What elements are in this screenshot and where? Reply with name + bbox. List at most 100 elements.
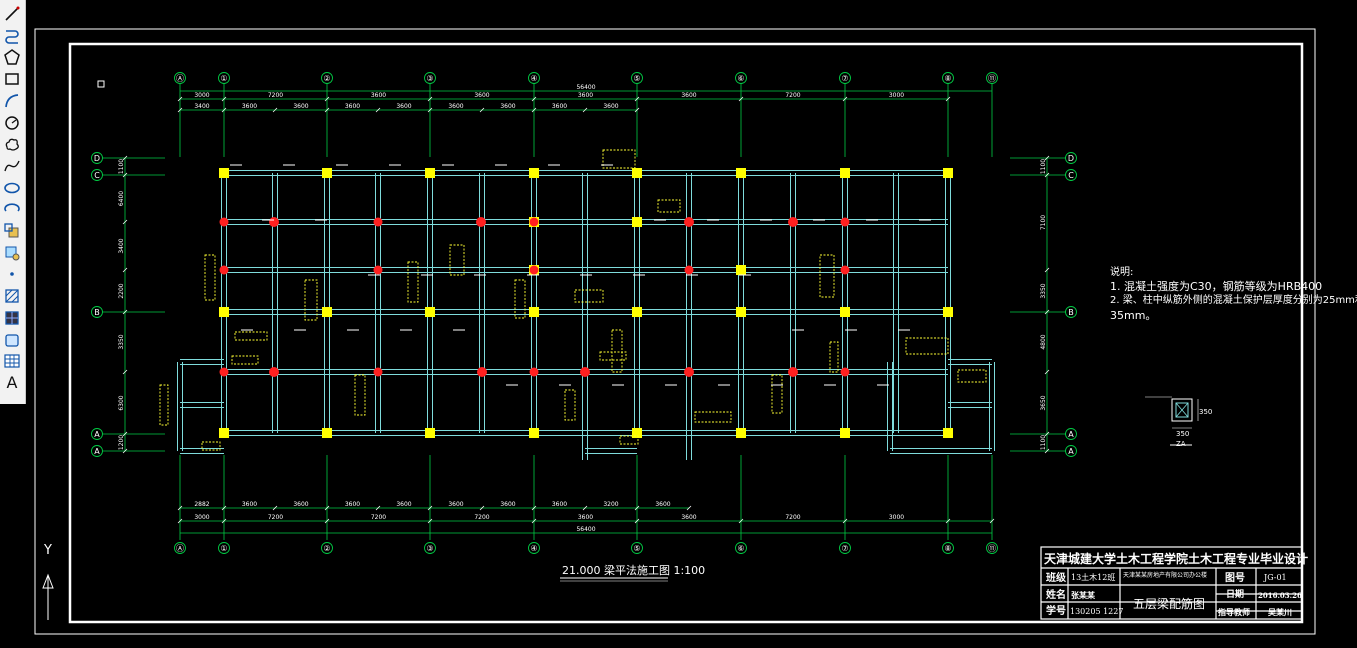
marker	[476, 217, 486, 227]
polyline-tool-button[interactable]	[2, 26, 22, 46]
dim-text: 3600	[293, 501, 308, 508]
marker	[580, 367, 590, 377]
column	[529, 168, 539, 178]
axis-bubble-left-label: B	[94, 308, 100, 317]
insert-block-tool-button[interactable]	[2, 221, 22, 241]
gradient-tool-button[interactable]	[2, 308, 22, 328]
marker	[684, 367, 694, 377]
marker	[684, 265, 694, 275]
dim-text-vertical: 1100	[1040, 435, 1047, 450]
axis-bubble-left-label: A	[94, 447, 100, 456]
marker	[373, 367, 383, 377]
point-tool-button[interactable]	[2, 264, 22, 284]
dim-text: 3600	[681, 92, 696, 99]
university-title: 天津城建大学土木工程学院土木工程专业毕业设计	[1044, 551, 1308, 566]
grid-layer	[100, 82, 1070, 540]
polygon-icon	[4, 49, 20, 66]
column	[219, 168, 229, 178]
hatch-tool-button[interactable]	[2, 286, 22, 306]
dim-text-vertical: 6400	[118, 191, 125, 206]
dim-text-vertical: 1100	[118, 159, 125, 174]
student-id-label: 学号	[1046, 604, 1066, 617]
dim-text: 3600	[603, 103, 618, 110]
dim-text-vertical: 3400	[118, 238, 125, 253]
revision-cloud-tool-button[interactable]	[2, 134, 22, 154]
column	[736, 265, 746, 275]
dim-text: 3600	[242, 501, 257, 508]
column	[529, 307, 539, 317]
ucs-icon: Y	[42, 543, 54, 620]
line-tool-button[interactable]	[2, 4, 22, 24]
dim-text: 7200	[785, 514, 800, 521]
text-icon: A	[6, 373, 18, 393]
dim-text-vertical: 3350	[1040, 283, 1047, 298]
dim-text: 3600	[345, 103, 360, 110]
dim-text: 7200	[268, 92, 283, 99]
sheet-title: 五层梁配筋图	[1133, 596, 1205, 611]
marker	[684, 217, 694, 227]
date-value: 2016.03.26	[1258, 591, 1302, 600]
notes-line-3: 35mm。	[1110, 309, 1156, 322]
marker	[269, 367, 279, 377]
rebar-annotation	[564, 389, 576, 421]
dim-text-vertical: 2200	[118, 283, 125, 298]
table-tool-button[interactable]	[2, 351, 22, 371]
dim-text: 3600	[655, 501, 670, 508]
rectangle-tool-button[interactable]	[2, 69, 22, 89]
axis-bubble-right-label: C	[1068, 171, 1074, 180]
drawing-canvas[interactable]: 3000 7200 3600 3600 3600 3600 7200 3000 3400 3600…	[26, 0, 1357, 648]
column	[425, 168, 435, 178]
make-block-tool-button[interactable]	[2, 243, 22, 263]
dim-text: 7200	[785, 92, 800, 99]
section-dim-h: 350	[1199, 408, 1212, 416]
spline-tool-button[interactable]	[2, 156, 22, 176]
axis-bubble-top-label: Ⓐ	[176, 74, 184, 83]
marker	[373, 217, 383, 227]
ellipse-arc-tool-button[interactable]	[2, 199, 22, 219]
axis-bubble-bottom-label: ②	[323, 544, 330, 553]
column	[632, 168, 642, 178]
arc-tool-button[interactable]	[2, 91, 22, 111]
drawing-title-text: 21.000 梁平法施工图 1:100	[562, 563, 705, 577]
polygon-tool-button[interactable]	[2, 47, 22, 67]
axis-bubble-bottom-label: ⑪	[988, 544, 996, 553]
marker	[840, 217, 850, 227]
revision-cloud-icon	[5, 138, 19, 151]
rebar-annotation	[574, 289, 604, 303]
column	[736, 428, 746, 438]
text-tool-button[interactable]: A	[2, 373, 22, 393]
dim-text-vertical: 3650	[1040, 395, 1047, 410]
axis-bubble-bottom-label: ⑧	[944, 544, 951, 553]
marker	[840, 367, 850, 377]
region-tool-button[interactable]	[2, 330, 22, 350]
dim-text: 7200	[268, 514, 283, 521]
axis-bubble-bottom-label: ①	[220, 544, 227, 553]
notes-line-1: 1. 混凝土强度为C30，钢筋等级为HRB400	[1110, 279, 1322, 293]
dim-text: 3400	[194, 103, 209, 110]
axis-bubble-top-label: ⑤	[633, 74, 640, 83]
draw-toolbar: A	[0, 0, 26, 404]
line-icon	[5, 6, 20, 21]
column	[840, 168, 850, 178]
table-icon	[4, 354, 20, 368]
dim-text: 3000	[194, 514, 209, 521]
column	[425, 307, 435, 317]
dim-text: 3600	[578, 92, 593, 99]
overall-dim-bottom-text: 56400	[576, 526, 595, 533]
marker	[788, 217, 798, 227]
circle-icon	[5, 115, 19, 130]
notes-line-2: 2. 梁、柱中纵筋外侧的混凝土保护层厚度分别为25mm和	[1110, 293, 1357, 306]
notes-heading: 说明:	[1110, 265, 1133, 278]
class-label: 班级	[1046, 571, 1067, 584]
circle-tool-button[interactable]	[2, 113, 22, 133]
ucs-marker	[97, 80, 105, 88]
rebar-annotation	[159, 384, 169, 426]
dim-text: 3000	[889, 92, 904, 99]
axis-bubble-top-label: ④	[530, 74, 537, 83]
ellipse-tool-button[interactable]	[2, 178, 22, 198]
dim-text: 3600	[500, 103, 515, 110]
axis-bubble-top-label: ⑪	[988, 74, 996, 83]
rebar-annotation	[957, 369, 987, 383]
overall-dim-top-text: 56400	[576, 84, 595, 91]
rebar-annotation	[905, 337, 949, 355]
